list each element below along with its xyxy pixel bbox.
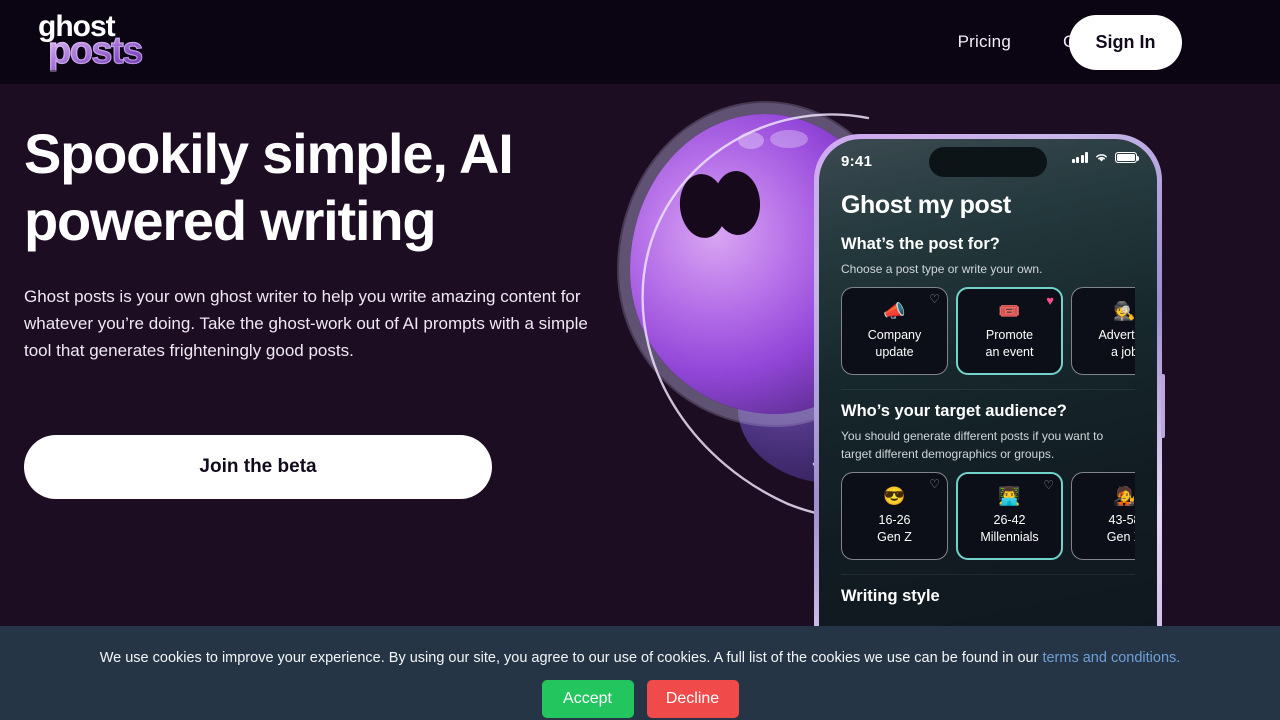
signal-bars-icon xyxy=(1072,152,1088,163)
logo-word-posts: posts xyxy=(47,30,144,72)
audience-section: Who’s your target audience? You should g… xyxy=(841,402,1135,560)
page-title: Spookily simple, AI powered writing xyxy=(24,122,514,253)
card-label: Advertise a job xyxy=(1098,327,1135,360)
wifi-icon xyxy=(1096,154,1107,162)
section-divider xyxy=(841,574,1135,575)
card-emoji-icon: 🕵️ xyxy=(1113,300,1135,321)
status-icons xyxy=(1072,152,1140,163)
post-type-card[interactable]: ♡ 🕵️ Advertise a job xyxy=(1071,287,1135,375)
card-label-line2: a job xyxy=(1110,344,1135,359)
phone-power-button[interactable] xyxy=(1161,374,1165,438)
hero-section: Spookily simple, AI powered writing Ghos… xyxy=(0,84,1280,720)
card-label-line2: Gen X xyxy=(1106,529,1135,544)
status-time: 9:41 xyxy=(841,152,873,170)
section-title-post-type: What’s the post for? xyxy=(841,235,1000,253)
battery-icon xyxy=(1115,152,1140,163)
audience-card-row[interactable]: ♡ 😎 16-26 Gen Z ♡ 👨‍💻 xyxy=(841,472,1135,560)
card-label-line1: Promote xyxy=(985,327,1034,342)
card-label-line1: 26-42 xyxy=(993,512,1026,527)
phone-status-bar: 9:41 xyxy=(819,139,1157,183)
nav-pricing[interactable]: Pricing xyxy=(958,32,1011,52)
heart-filled-icon[interactable]: ♥ xyxy=(1046,294,1054,307)
card-label-line2: Gen Z xyxy=(877,529,912,544)
heart-outline-icon[interactable]: ♡ xyxy=(1043,479,1054,491)
section-title-audience: Who’s your target audience? xyxy=(841,402,1067,420)
site-header: ghost posts Pricing CO2 Calculator Sign … xyxy=(0,0,1280,84)
card-label: Company update xyxy=(868,327,922,360)
hero-copy: Spookily simple, AI powered writing Ghos… xyxy=(24,120,624,365)
card-label-line2: an event xyxy=(985,344,1034,359)
card-label-line2: Millennials xyxy=(980,529,1039,544)
post-type-card[interactable]: ♡ 📣 Company update xyxy=(841,287,948,375)
sign-in-button[interactable]: Sign In xyxy=(1069,15,1182,70)
section-title-writing-style: Writing style xyxy=(841,587,940,605)
card-emoji-icon: 🎟️ xyxy=(998,300,1021,321)
app-title: Ghost my post xyxy=(841,191,1011,219)
audience-card[interactable]: ♡ 👨‍💻 26-42 Millennials xyxy=(956,472,1063,560)
card-emoji-icon: 👨‍💻 xyxy=(998,485,1021,506)
terms-and-conditions-link[interactable]: terms and conditions. xyxy=(1042,650,1180,666)
ghost-highlight-1 xyxy=(738,132,764,149)
join-beta-button[interactable]: Join the beta xyxy=(24,435,492,499)
ghost-highlight-2 xyxy=(770,130,808,148)
post-type-section: What’s the post for? Choose a post type … xyxy=(841,235,1135,375)
card-label: 43-58 Gen X xyxy=(1107,512,1135,545)
hero-subtitle: Ghost posts is your own ghost writer to … xyxy=(24,287,588,361)
card-label: Promote an event xyxy=(986,327,1034,360)
card-emoji-icon: 🧑‍🎤 xyxy=(1113,485,1135,506)
brand-logo[interactable]: ghost posts xyxy=(34,8,234,78)
audience-card[interactable]: ♡ 🧑‍🎤 43-58 Gen X xyxy=(1071,472,1135,560)
card-label-line1: Advertise xyxy=(1098,327,1135,342)
decline-cookies-button[interactable]: Decline xyxy=(646,680,739,718)
section-desc-audience: You should generate different posts if y… xyxy=(841,429,1104,461)
card-label: 26-42 Millennials xyxy=(980,512,1038,545)
section-desc-post-type: Choose a post type or write your own. xyxy=(841,262,1043,276)
card-label-line1: 16-26 xyxy=(878,512,911,527)
writing-style-section: Writing style xyxy=(841,587,1135,606)
cookie-buttons: Accept Decline xyxy=(541,680,739,718)
card-emoji-icon: 📣 xyxy=(883,300,906,321)
card-label: 16-26 Gen Z xyxy=(877,512,912,545)
audience-card[interactable]: ♡ 😎 16-26 Gen Z xyxy=(841,472,948,560)
cookie-consent-banner: We use cookies to improve your experienc… xyxy=(0,626,1280,720)
heart-outline-icon[interactable]: ♡ xyxy=(929,293,940,305)
card-label-line1: 43-58 xyxy=(1108,512,1136,527)
landing-page: ghost posts Pricing CO2 Calculator Sign … xyxy=(0,0,1280,720)
cookie-message: We use cookies to improve your experienc… xyxy=(100,650,1181,666)
card-label-line1: Company xyxy=(867,327,922,342)
accept-cookies-button[interactable]: Accept xyxy=(541,680,634,718)
card-emoji-icon: 😎 xyxy=(883,485,906,506)
post-type-card-row[interactable]: ♡ 📣 Company update ♥ 🎟️ Promote an event… xyxy=(841,287,1135,375)
section-divider xyxy=(841,389,1135,390)
heart-outline-icon[interactable]: ♡ xyxy=(929,478,940,490)
post-type-card[interactable]: ♥ 🎟️ Promote an event xyxy=(956,287,1063,375)
dynamic-island xyxy=(929,147,1047,177)
cookie-message-text: We use cookies to improve your experienc… xyxy=(99,650,1043,666)
card-label-line2: update xyxy=(875,344,914,359)
